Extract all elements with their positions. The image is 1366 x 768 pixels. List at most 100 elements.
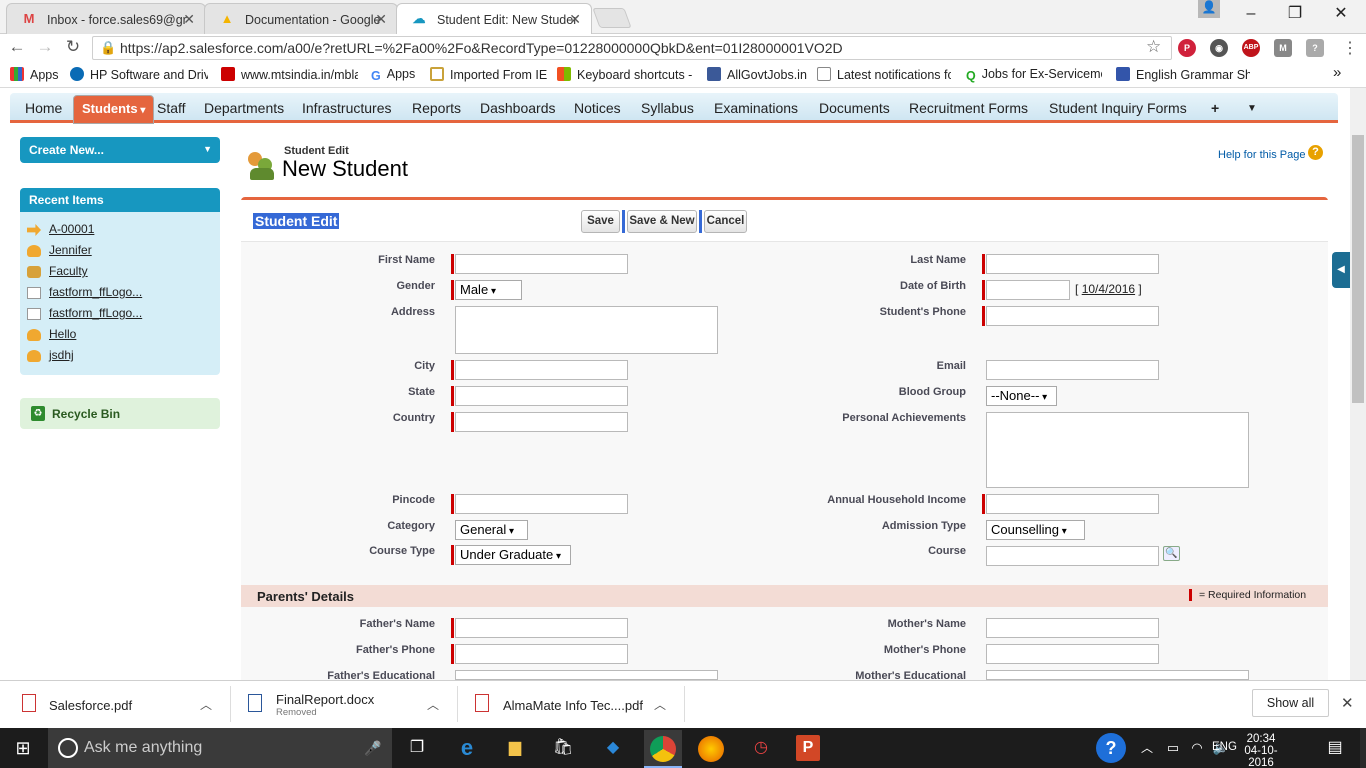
bookmark-hp[interactable]: HP Software and Drive [70,67,208,82]
tab-notices[interactable]: Notices [574,100,621,116]
bookmark-keyboard-shortcuts[interactable]: Keyboard shortcuts - Y [557,67,693,82]
create-new-dropdown[interactable]: Create New... ▼ [20,137,220,163]
father-phone-input[interactable] [455,644,628,664]
tab-documents[interactable]: Documents [819,100,890,116]
network-icon[interactable]: ▭ [1160,735,1186,761]
tab-infrastructures[interactable]: Infrastructures [302,100,391,116]
minimize-icon[interactable]: – [1228,0,1274,30]
email-input[interactable] [986,360,1159,380]
bookmark-apps[interactable]: Apps [10,67,59,82]
profile-icon[interactable]: 👤 [1198,0,1220,18]
last-name-input[interactable] [986,254,1159,274]
pinterest-icon[interactable]: P [1178,39,1196,57]
language-indicator[interactable]: ENG [1212,741,1237,753]
save-and-new-button[interactable]: Save & New [627,210,697,233]
chevron-up-icon[interactable]: ︿ [200,696,212,713]
scrollbar-thumb[interactable] [1352,135,1364,403]
blood-group-select[interactable]: --None-- [986,386,1057,406]
recent-item[interactable]: jsdhj [49,348,74,362]
powerpoint-icon[interactable]: P [796,735,820,761]
bookmark-imported-folder[interactable]: Imported From IE [430,67,547,82]
mother-phone-input[interactable] [986,644,1159,664]
recent-item[interactable]: fastform_ffLogo... [49,285,142,299]
bookmark-google-apps[interactable]: G Apps [371,67,415,83]
maximize-icon[interactable]: ❐ [1272,0,1318,30]
today-date-link[interactable]: [ 10/4/2016 ] [1075,282,1142,296]
more-bookmarks-icon[interactable]: » [1333,64,1341,81]
tab-student-inquiry-forms[interactable]: Student Inquiry Forms [1049,100,1187,116]
lookup-search-icon[interactable]: 🔍 [1163,546,1180,561]
microphone-icon[interactable]: 🎤 [360,735,386,761]
tab-students[interactable]: Students [73,95,155,124]
sidebar-toggle-icon[interactable]: ◀ [1332,252,1350,288]
recent-item[interactable]: Hello [49,327,76,341]
category-select[interactable]: General [455,520,528,540]
tab-examinations[interactable]: Examinations [714,100,798,116]
father-name-input[interactable] [455,618,628,638]
address-textarea[interactable] [455,306,718,354]
tab-staff[interactable]: Staff [157,100,186,116]
bookmark-jobs-ex-servicemen[interactable]: Q Jobs for Ex-Serviceme [966,67,1102,83]
edge-icon[interactable]: e [454,735,480,761]
tab-syllabus[interactable]: Syllabus [641,100,694,116]
dropbox-icon[interactable]: ◆ [600,735,626,761]
browser-tab-gmail[interactable]: M Inbox - force.sales69@gr ✕ [6,3,206,34]
forward-icon[interactable]: → [34,36,56,58]
tab-departments[interactable]: Departments [204,100,284,116]
file-explorer-icon[interactable]: ▆ [502,735,528,761]
close-icon[interactable]: ✕ [183,11,195,28]
download-item-salesforce[interactable]: Salesforce.pdf [49,698,132,713]
close-icon[interactable]: ✕ [569,11,581,28]
adblock-icon[interactable]: ABP [1242,39,1260,57]
city-input[interactable] [455,360,628,380]
help-question-icon[interactable]: ? [1096,733,1126,763]
admission-type-select[interactable]: Counselling [986,520,1085,540]
more-tabs-icon[interactable]: ▼ [1247,103,1257,114]
mother-name-input[interactable] [986,618,1159,638]
country-input[interactable] [455,412,628,432]
recycle-bin-link[interactable]: Recycle Bin [20,398,220,429]
pincode-input[interactable] [455,494,628,514]
mother-education-textarea[interactable] [986,670,1249,680]
student-phone-input[interactable] [986,306,1159,326]
recent-item[interactable]: Faculty [49,264,88,278]
close-downloads-icon[interactable]: ✕ [1341,694,1354,712]
recent-item[interactable]: Jennifer [49,243,92,257]
add-tab-icon[interactable]: + [1211,100,1219,116]
menu-icon[interactable]: ⋮ [1342,38,1358,58]
cancel-button[interactable]: Cancel [704,210,747,233]
bookmark-english-grammar[interactable]: English Grammar Sho [1116,67,1250,82]
tab-dashboards[interactable]: Dashboards [480,100,556,116]
firefox-icon[interactable] [698,736,724,762]
bookmark-allgovtjobs[interactable]: AllGovtJobs.in [707,67,807,82]
tab-home[interactable]: Home [25,100,62,116]
tab-recruitment-forms[interactable]: Recruitment Forms [909,100,1028,116]
download-item-finalreport[interactable]: FinalReport.docx Removed [276,692,374,718]
course-type-select[interactable]: Under Graduate [455,545,571,565]
tab-reports[interactable]: Reports [412,100,461,116]
browser-tab-student-edit[interactable]: ☁ Student Edit: New Studer ✕ [396,3,592,35]
show-all-button[interactable]: Show all [1252,689,1329,717]
state-input[interactable] [455,386,628,406]
chevron-up-icon[interactable]: ︿ [427,696,439,713]
achievements-textarea[interactable] [986,412,1249,488]
recent-item[interactable]: A-00001 [49,222,94,236]
store-icon[interactable]: 🛍 [550,735,576,761]
download-item-almamate[interactable]: AlmaMate Info Tec....pdf [503,698,643,713]
cortana-search-box[interactable]: Ask me anything [48,728,392,768]
wifi-icon[interactable]: ◠ [1184,735,1210,761]
course-input[interactable] [986,546,1159,566]
show-desktop-button[interactable] [1360,728,1366,768]
bookmark-latest-notifications[interactable]: Latest notifications fo [817,67,951,82]
help-link[interactable]: Help for this Page [1218,149,1305,161]
first-name-input[interactable] [455,254,628,274]
extension-icon[interactable]: M [1274,39,1292,57]
close-icon[interactable]: ✕ [375,11,387,28]
browser-tab-docs[interactable]: ▲ Documentation - Google ✕ [204,3,398,34]
father-education-textarea[interactable] [455,670,718,680]
system-clock[interactable]: 20:34 04-10-2016 [1238,733,1284,768]
bookmark-mtsindia[interactable]: www.mtsindia.in/mbla [221,67,358,82]
save-button[interactable]: Save [581,210,620,233]
reload-icon[interactable]: ↻ [62,36,84,58]
recent-item[interactable]: fastform_ffLogo... [49,306,142,320]
